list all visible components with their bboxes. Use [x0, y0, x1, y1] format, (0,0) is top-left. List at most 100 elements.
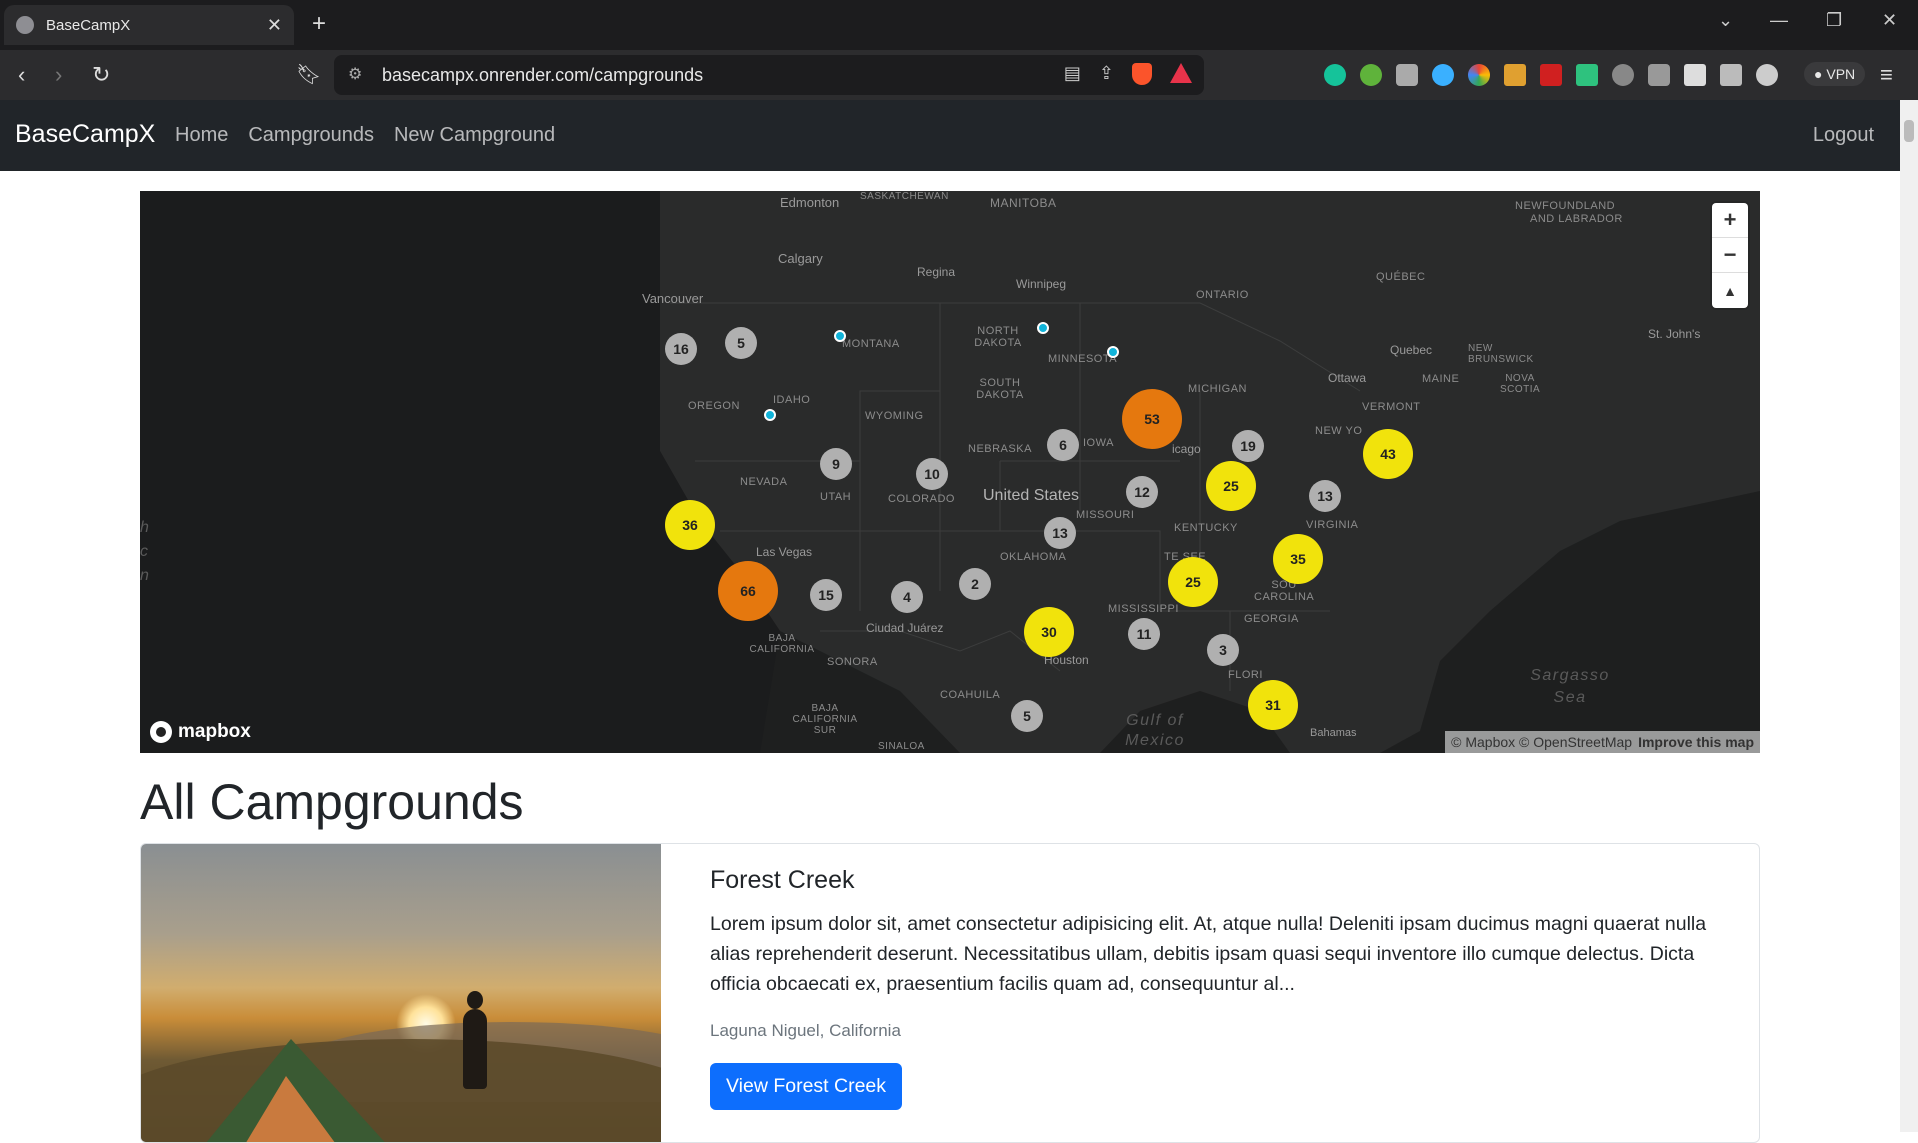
- brave-shield-icon[interactable]: [1132, 63, 1152, 85]
- sidebar-icon[interactable]: [1684, 64, 1706, 86]
- compass-button[interactable]: ▲: [1712, 273, 1748, 308]
- palette-icon[interactable]: [1504, 64, 1526, 86]
- label-north-dakota: NORTH DAKOTA: [974, 325, 1022, 349]
- map-cluster[interactable]: 30: [1024, 607, 1074, 657]
- map-attribution: © Mapbox © OpenStreetMap Improve this map: [1445, 731, 1760, 753]
- mapbox-logo[interactable]: mapbox: [150, 721, 251, 743]
- label-pacific: h c n: [140, 519, 151, 584]
- new-tab-icon[interactable]: +: [312, 10, 326, 38]
- map-cluster[interactable]: 66: [718, 561, 778, 621]
- menu-icon[interactable]: ≡: [1880, 62, 1893, 88]
- label-quebec-city: Quebec: [1390, 343, 1433, 357]
- pdf-icon[interactable]: [1540, 64, 1562, 86]
- map-cluster[interactable]: 2: [959, 568, 991, 600]
- map-cluster[interactable]: 9: [820, 448, 852, 480]
- highlighter-icon[interactable]: [1576, 64, 1598, 86]
- map-cluster[interactable]: 11: [1128, 618, 1160, 650]
- site-settings-icon[interactable]: ⚙: [348, 64, 362, 84]
- map-cluster[interactable]: 43: [1363, 429, 1413, 479]
- map-point[interactable]: [834, 330, 846, 342]
- shield-icon[interactable]: [1612, 64, 1634, 86]
- c-extension-icon[interactable]: [1432, 64, 1454, 86]
- label-newfoundland: NEWFOUNDLAND: [1515, 200, 1616, 212]
- map-point[interactable]: [1107, 346, 1119, 358]
- improve-map-link[interactable]: Improve this map: [1638, 734, 1754, 750]
- color-wheel-icon[interactable]: [1468, 64, 1490, 86]
- share-icon[interactable]: ⇪: [1099, 63, 1114, 85]
- map-cluster[interactable]: 5: [725, 327, 757, 359]
- zoom-out-button[interactable]: −: [1712, 238, 1748, 273]
- cluster-count: 30: [1041, 624, 1057, 640]
- minimize-icon[interactable]: —: [1770, 10, 1788, 31]
- label-ottawa: Ottawa: [1328, 371, 1367, 385]
- map-cluster[interactable]: 25: [1206, 461, 1256, 511]
- grammarly-icon[interactable]: [1324, 64, 1346, 86]
- attribution-text[interactable]: © Mapbox © OpenStreetMap: [1451, 734, 1632, 750]
- map-cluster[interactable]: 12: [1126, 476, 1158, 508]
- map-cluster[interactable]: 10: [916, 458, 948, 490]
- cluster-count: 9: [832, 456, 840, 472]
- cluster-count: 16: [673, 341, 689, 357]
- map-cluster[interactable]: 53: [1122, 389, 1182, 449]
- label-mississippi: MISSISSIPPI: [1108, 603, 1179, 615]
- map-point[interactable]: [764, 409, 776, 421]
- map-cluster[interactable]: 13: [1044, 517, 1076, 549]
- nav-campgrounds[interactable]: Campgrounds: [248, 124, 374, 147]
- label-sonora: SONORA: [827, 656, 878, 668]
- back-icon[interactable]: ‹: [18, 62, 25, 88]
- reader-icon[interactable]: ▤: [1064, 63, 1081, 85]
- vpn-button[interactable]: ● VPN: [1804, 62, 1866, 86]
- close-window-icon[interactable]: ✕: [1882, 10, 1897, 31]
- nav-new-campground[interactable]: New Campground: [394, 124, 555, 147]
- cluster-map[interactable]: Edmonton SASKATCHEWAN MANITOBA NEWFOUNDL…: [140, 191, 1760, 753]
- map-cluster[interactable]: 13: [1309, 480, 1341, 512]
- bookmark-icon[interactable]: 🔖︎: [296, 62, 321, 87]
- map-cluster[interactable]: 25: [1168, 557, 1218, 607]
- label-las-vegas: Las Vegas: [756, 545, 813, 559]
- view-campground-button[interactable]: View Forest Creek: [710, 1063, 903, 1110]
- map-cluster[interactable]: 35: [1273, 534, 1323, 584]
- map-zoom-controls: + − ▲: [1712, 203, 1748, 308]
- forward-icon[interactable]: ›: [55, 62, 62, 88]
- cluster-count: 12: [1134, 484, 1150, 500]
- map-cluster[interactable]: 16: [665, 333, 697, 365]
- cluster-count: 25: [1223, 478, 1239, 494]
- reload-icon[interactable]: ↻: [92, 62, 110, 88]
- map-cluster[interactable]: 6: [1047, 429, 1079, 461]
- address-bar[interactable]: ⚙ basecampx.onrender.com/campgrounds ▤ ⇪: [334, 55, 1204, 95]
- map-cluster[interactable]: 15: [810, 579, 842, 611]
- tent-inside: [241, 1076, 341, 1142]
- zoom-in-button[interactable]: +: [1712, 203, 1748, 238]
- map-cluster[interactable]: 36: [665, 500, 715, 550]
- map-cluster[interactable]: 3: [1207, 634, 1239, 666]
- map-cluster[interactable]: 19: [1232, 430, 1264, 462]
- page-scrollbar[interactable]: [1900, 100, 1918, 1132]
- scrollbar-thumb[interactable]: [1904, 120, 1914, 142]
- nav-home[interactable]: Home: [175, 124, 228, 147]
- tab-list-icon[interactable]: ⌄: [1718, 10, 1733, 31]
- map-cluster[interactable]: 4: [891, 581, 923, 613]
- camera-icon[interactable]: [1396, 64, 1418, 86]
- restore-icon[interactable]: ❐: [1826, 10, 1842, 31]
- brand-logo[interactable]: BaseCampX: [15, 120, 155, 149]
- leo-ai-icon[interactable]: [1756, 64, 1778, 86]
- label-kentucky: KENTUCKY: [1174, 522, 1238, 534]
- map-cluster[interactable]: 5: [1011, 700, 1043, 732]
- browser-tab[interactable]: BaseCampX ✕: [4, 5, 294, 45]
- cluster-count: 43: [1380, 446, 1396, 462]
- add-extension-icon[interactable]: [1360, 64, 1382, 86]
- map-point[interactable]: [1037, 322, 1049, 334]
- cluster-count: 11: [1136, 626, 1152, 642]
- logout-link[interactable]: Logout: [1813, 124, 1874, 147]
- map-cluster[interactable]: 31: [1248, 680, 1298, 730]
- person-silhouette: [463, 991, 487, 1089]
- puzzle-icon[interactable]: [1648, 64, 1670, 86]
- cluster-count: 25: [1185, 574, 1201, 590]
- nav-links: Home Campgrounds New Campground: [175, 124, 555, 147]
- label-montana: MONTANA: [842, 338, 900, 350]
- brave-rewards-icon[interactable]: [1170, 63, 1192, 83]
- cluster-count: 2: [971, 576, 979, 592]
- close-tab-icon[interactable]: ✕: [267, 15, 282, 36]
- wallet-icon[interactable]: [1720, 64, 1742, 86]
- cluster-count: 19: [1240, 438, 1256, 454]
